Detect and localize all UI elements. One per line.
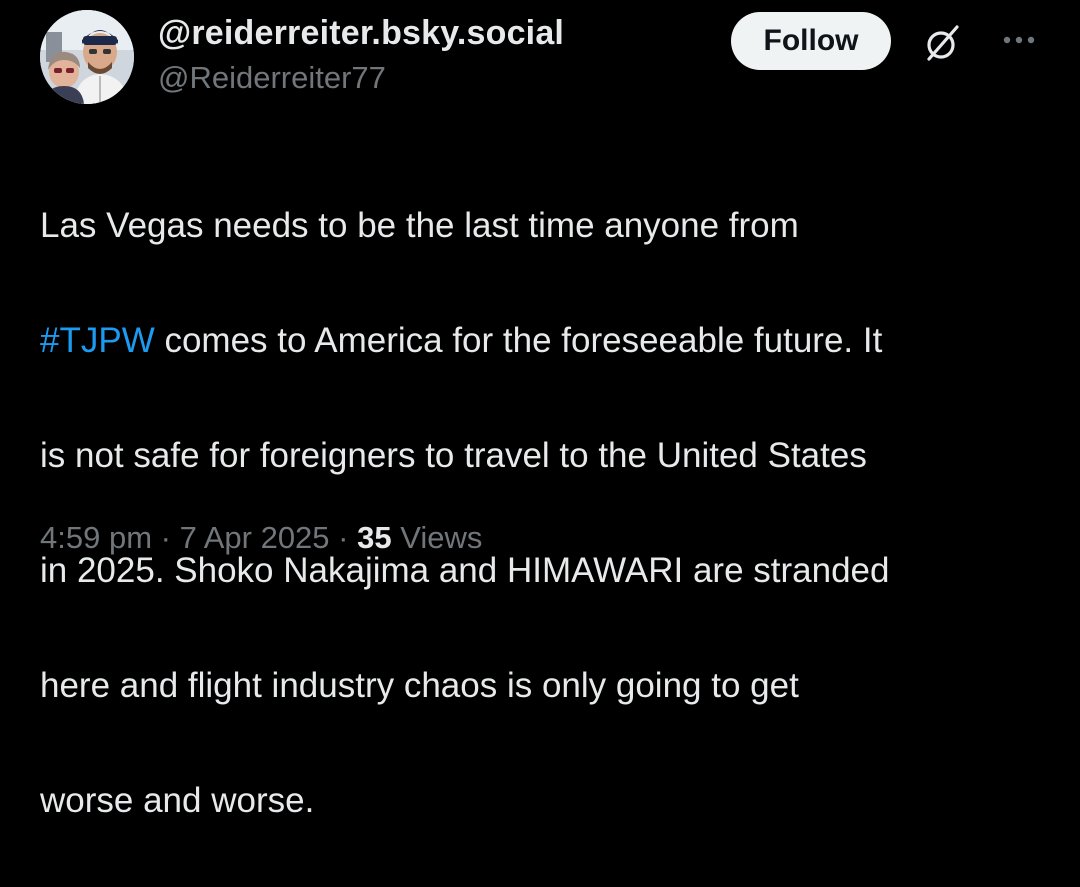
grok-slash-icon[interactable] — [918, 18, 968, 68]
follow-button[interactable]: Follow — [731, 12, 891, 70]
post-date[interactable]: 7 Apr 2025 — [180, 520, 330, 555]
post-line-text: comes to America for the foreseeable fut… — [154, 320, 883, 360]
hashtag-link[interactable]: #TJPW — [40, 321, 155, 360]
post-time[interactable]: 4:59 pm — [40, 520, 152, 555]
post-line-text: in 2025. Shoko Nakajima and HIMAWARI are… — [40, 550, 890, 590]
post-container: @reiderreiter.bsky.social @Reiderreiter7… — [0, 0, 1080, 820]
meta-separator: · — [329, 520, 358, 555]
post-line: worse and worse. — [40, 772, 1050, 830]
post-line: here and flight industry chaos is only g… — [40, 657, 1050, 715]
post-line: Las Vegas needs to be the last time anyo… — [40, 197, 1050, 255]
post-line-text: here and flight industry chaos is only g… — [40, 665, 799, 705]
more-horizontal-icon[interactable] — [994, 22, 1044, 58]
user-handle[interactable]: @Reiderreiter77 — [158, 60, 386, 96]
post-line-text: worse and worse. — [40, 780, 315, 820]
avatar[interactable] — [40, 10, 134, 104]
views-label: Views — [391, 520, 483, 555]
display-name[interactable]: @reiderreiter.bsky.social — [158, 14, 564, 53]
post-text: Las Vegas needs to be the last time anyo… — [40, 139, 1050, 887]
post-line: #TJPW comes to America for the foreseeab… — [40, 312, 1050, 370]
post-line-text: is not safe for foreigners to travel to … — [40, 435, 867, 475]
meta-separator: · — [152, 520, 180, 555]
post-line: is not safe for foreigners to travel to … — [40, 427, 1050, 485]
post-metadata: 4:59 pm · 7 Apr 2025 · 35 Views — [40, 520, 482, 556]
views-count: 35 — [357, 520, 392, 555]
post-line-text: Las Vegas needs to be the last time anyo… — [40, 205, 799, 245]
avatar-image — [40, 10, 134, 104]
